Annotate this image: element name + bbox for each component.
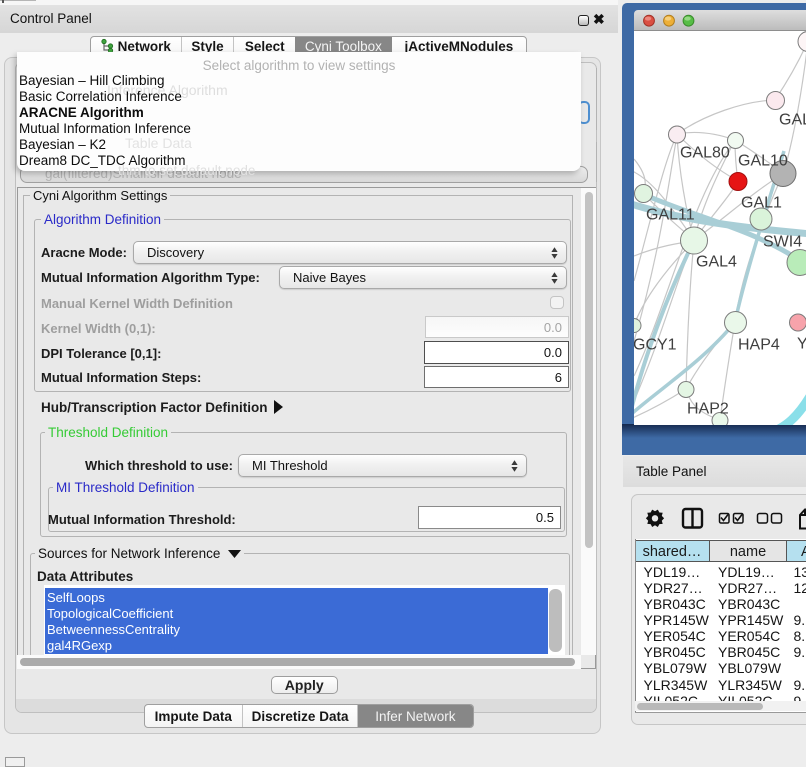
svg-text:GAL10: GAL10 — [738, 152, 788, 169]
svg-text:Y: Y — [797, 335, 806, 352]
svg-text:GCY1: GCY1 — [634, 336, 677, 353]
svg-text:SWI4: SWI4 — [763, 233, 802, 250]
svg-text:GAL80: GAL80 — [680, 144, 730, 161]
svg-text:GAL4: GAL4 — [696, 253, 737, 270]
svg-text:HAP2: HAP2 — [687, 400, 729, 417]
svg-text:GAL11: GAL11 — [646, 206, 695, 223]
svg-text:HAP4: HAP4 — [738, 336, 780, 353]
svg-text:GAL1: GAL1 — [741, 194, 782, 211]
svg-text:GAL: GAL — [779, 111, 806, 128]
